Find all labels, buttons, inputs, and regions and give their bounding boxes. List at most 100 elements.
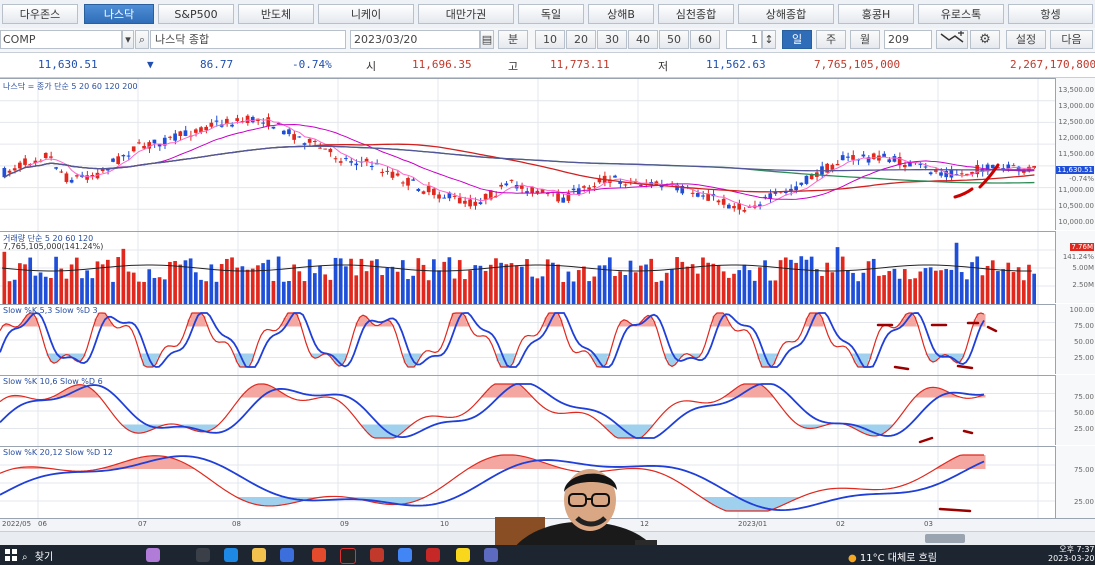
candle-body	[990, 164, 995, 169]
tab-hangseng[interactable]: 항셍	[1008, 4, 1093, 24]
spin-button[interactable]: ↕	[762, 30, 776, 49]
candle-body	[892, 156, 897, 162]
volume-bar	[799, 256, 804, 304]
volume-bar	[602, 265, 607, 304]
symbol-code-field[interactable]: COMP	[0, 30, 122, 49]
interval-spin-input[interactable]: 1	[726, 30, 762, 49]
period-week-button[interactable]: 주	[816, 30, 846, 49]
volume-bar	[297, 271, 302, 304]
period-month-button[interactable]: 월	[850, 30, 880, 49]
store-icon[interactable]	[280, 548, 294, 562]
volume-bar	[2, 251, 7, 304]
tab-shanghai-composite[interactable]: 상해종합	[738, 4, 834, 24]
bar-count-input[interactable]: 209	[884, 30, 932, 49]
volume-bar	[432, 259, 436, 304]
minute-button[interactable]: 분	[498, 30, 528, 49]
tab-nasdaq[interactable]: 나스닥	[84, 4, 154, 24]
app-icon[interactable]	[370, 548, 384, 562]
moving-average-line	[4, 143, 1035, 193]
volume-current-marker: 7.76M	[1070, 243, 1094, 251]
app-icon[interactable]	[484, 548, 498, 562]
kakaotalk-icon[interactable]	[456, 548, 470, 562]
interval-40-button[interactable]: 40	[628, 30, 658, 49]
trend-tool-button[interactable]	[936, 30, 968, 49]
symbol-dropdown-button[interactable]: ▾	[122, 30, 134, 49]
volume-bar	[271, 280, 276, 304]
tab-shenzhen[interactable]: 심천종합	[658, 4, 734, 24]
interval-50-button[interactable]: 50	[659, 30, 689, 49]
volume-bar	[820, 275, 824, 304]
taskbar-clock[interactable]: 오후 7:37 2023-03-20	[1048, 545, 1095, 563]
interval-30-button[interactable]: 30	[597, 30, 627, 49]
volume-bar	[266, 259, 271, 304]
record-icon[interactable]	[340, 548, 356, 564]
candle-body	[908, 162, 912, 167]
tab-sp500[interactable]: S&P500	[158, 4, 234, 24]
volume-bar	[59, 268, 64, 304]
candle-body	[794, 186, 798, 191]
flowers-widget-icon[interactable]	[146, 548, 160, 562]
symbol-search-button[interactable]: ⌕	[135, 30, 149, 49]
edge-browser-icon[interactable]	[224, 548, 238, 562]
tab-shanghai-b[interactable]: 상해B	[588, 4, 654, 24]
candle-body	[582, 186, 586, 188]
google-icon[interactable]	[398, 548, 412, 562]
volume-bar	[851, 272, 855, 304]
candle-body	[281, 130, 286, 135]
tab-hongkong-h[interactable]: 홍콩H	[838, 4, 914, 24]
tab-nikkei[interactable]: 니케이	[318, 4, 414, 24]
tab-semiconductor[interactable]: 반도체	[238, 4, 314, 24]
interval-60-button[interactable]: 60	[690, 30, 720, 49]
trading-app-icon[interactable]	[426, 548, 440, 562]
tab-eurostoxx[interactable]: 유로스톡	[918, 4, 1004, 24]
volume-bar	[582, 266, 586, 304]
candle-body	[690, 192, 695, 194]
tab-taiwan[interactable]: 대만가권	[418, 4, 514, 24]
price-pct-marker: -0.74%	[1069, 175, 1094, 183]
high-price: 11,773.11	[550, 58, 610, 71]
tab-germany[interactable]: 독일	[518, 4, 584, 24]
stochastic-panel-2[interactable]: Slow %K 10,6 Slow %D 6	[0, 375, 1055, 446]
next-button[interactable]: 다음	[1050, 30, 1093, 49]
candle-body	[959, 173, 964, 175]
annotation-stroke	[938, 507, 972, 513]
volume-bar	[12, 279, 17, 304]
tab-dow-jones[interactable]: 다우존스	[2, 4, 78, 24]
volume-bar	[965, 279, 969, 304]
volume-bar	[685, 266, 690, 304]
volume-bar	[959, 272, 964, 304]
period-day-button[interactable]: 일	[782, 30, 812, 49]
symbol-name-field[interactable]: 나스닥 종합	[150, 30, 346, 49]
volume-bar	[245, 269, 250, 304]
scrollbar-thumb[interactable]	[925, 534, 965, 543]
weather-widget[interactable]: ● 11°C 대체로 흐림	[848, 549, 937, 564]
candle-body	[592, 186, 597, 188]
candle-body	[59, 171, 64, 173]
volume-bar	[302, 281, 307, 304]
volume-panel[interactable]: 거래량 단순 5 20 60 120 7,765,105,000(141.24%…	[0, 231, 1055, 304]
stochastic-panel-1[interactable]: Slow %K 5,3 Slow %D 3	[0, 304, 1055, 375]
file-explorer-icon[interactable]	[252, 548, 266, 562]
weather-text: 11°C 대체로 흐림	[859, 553, 937, 564]
volume-bar	[913, 278, 917, 304]
chart-settings-gear-button[interactable]: ⚙	[970, 30, 1000, 49]
interval-10-button[interactable]: 10	[535, 30, 565, 49]
calendar-button[interactable]: ▤	[480, 30, 494, 49]
volume-bar	[597, 265, 602, 304]
date-field[interactable]: 2023/03/20	[350, 30, 480, 49]
price-tick: 10,000.00	[1058, 218, 1094, 226]
volume-bar	[649, 258, 654, 304]
chrome-icon[interactable]	[312, 548, 326, 562]
settings-button[interactable]: 설정	[1006, 30, 1046, 49]
volume-bar	[225, 258, 229, 304]
taskbar-search[interactable]: ⌕ 찾기	[22, 548, 132, 563]
candle-body	[902, 164, 907, 168]
volume-bar	[737, 270, 742, 304]
task-view-icon[interactable]	[196, 548, 210, 562]
candle-body	[457, 197, 462, 204]
volume-bar	[954, 242, 959, 304]
price-panel[interactable]: 나스닥 = 종가 단순 5 20 60 120 200	[0, 78, 1055, 231]
interval-20-button[interactable]: 20	[566, 30, 596, 49]
volume-bar	[975, 256, 980, 304]
windows-start-icon[interactable]	[4, 548, 18, 562]
